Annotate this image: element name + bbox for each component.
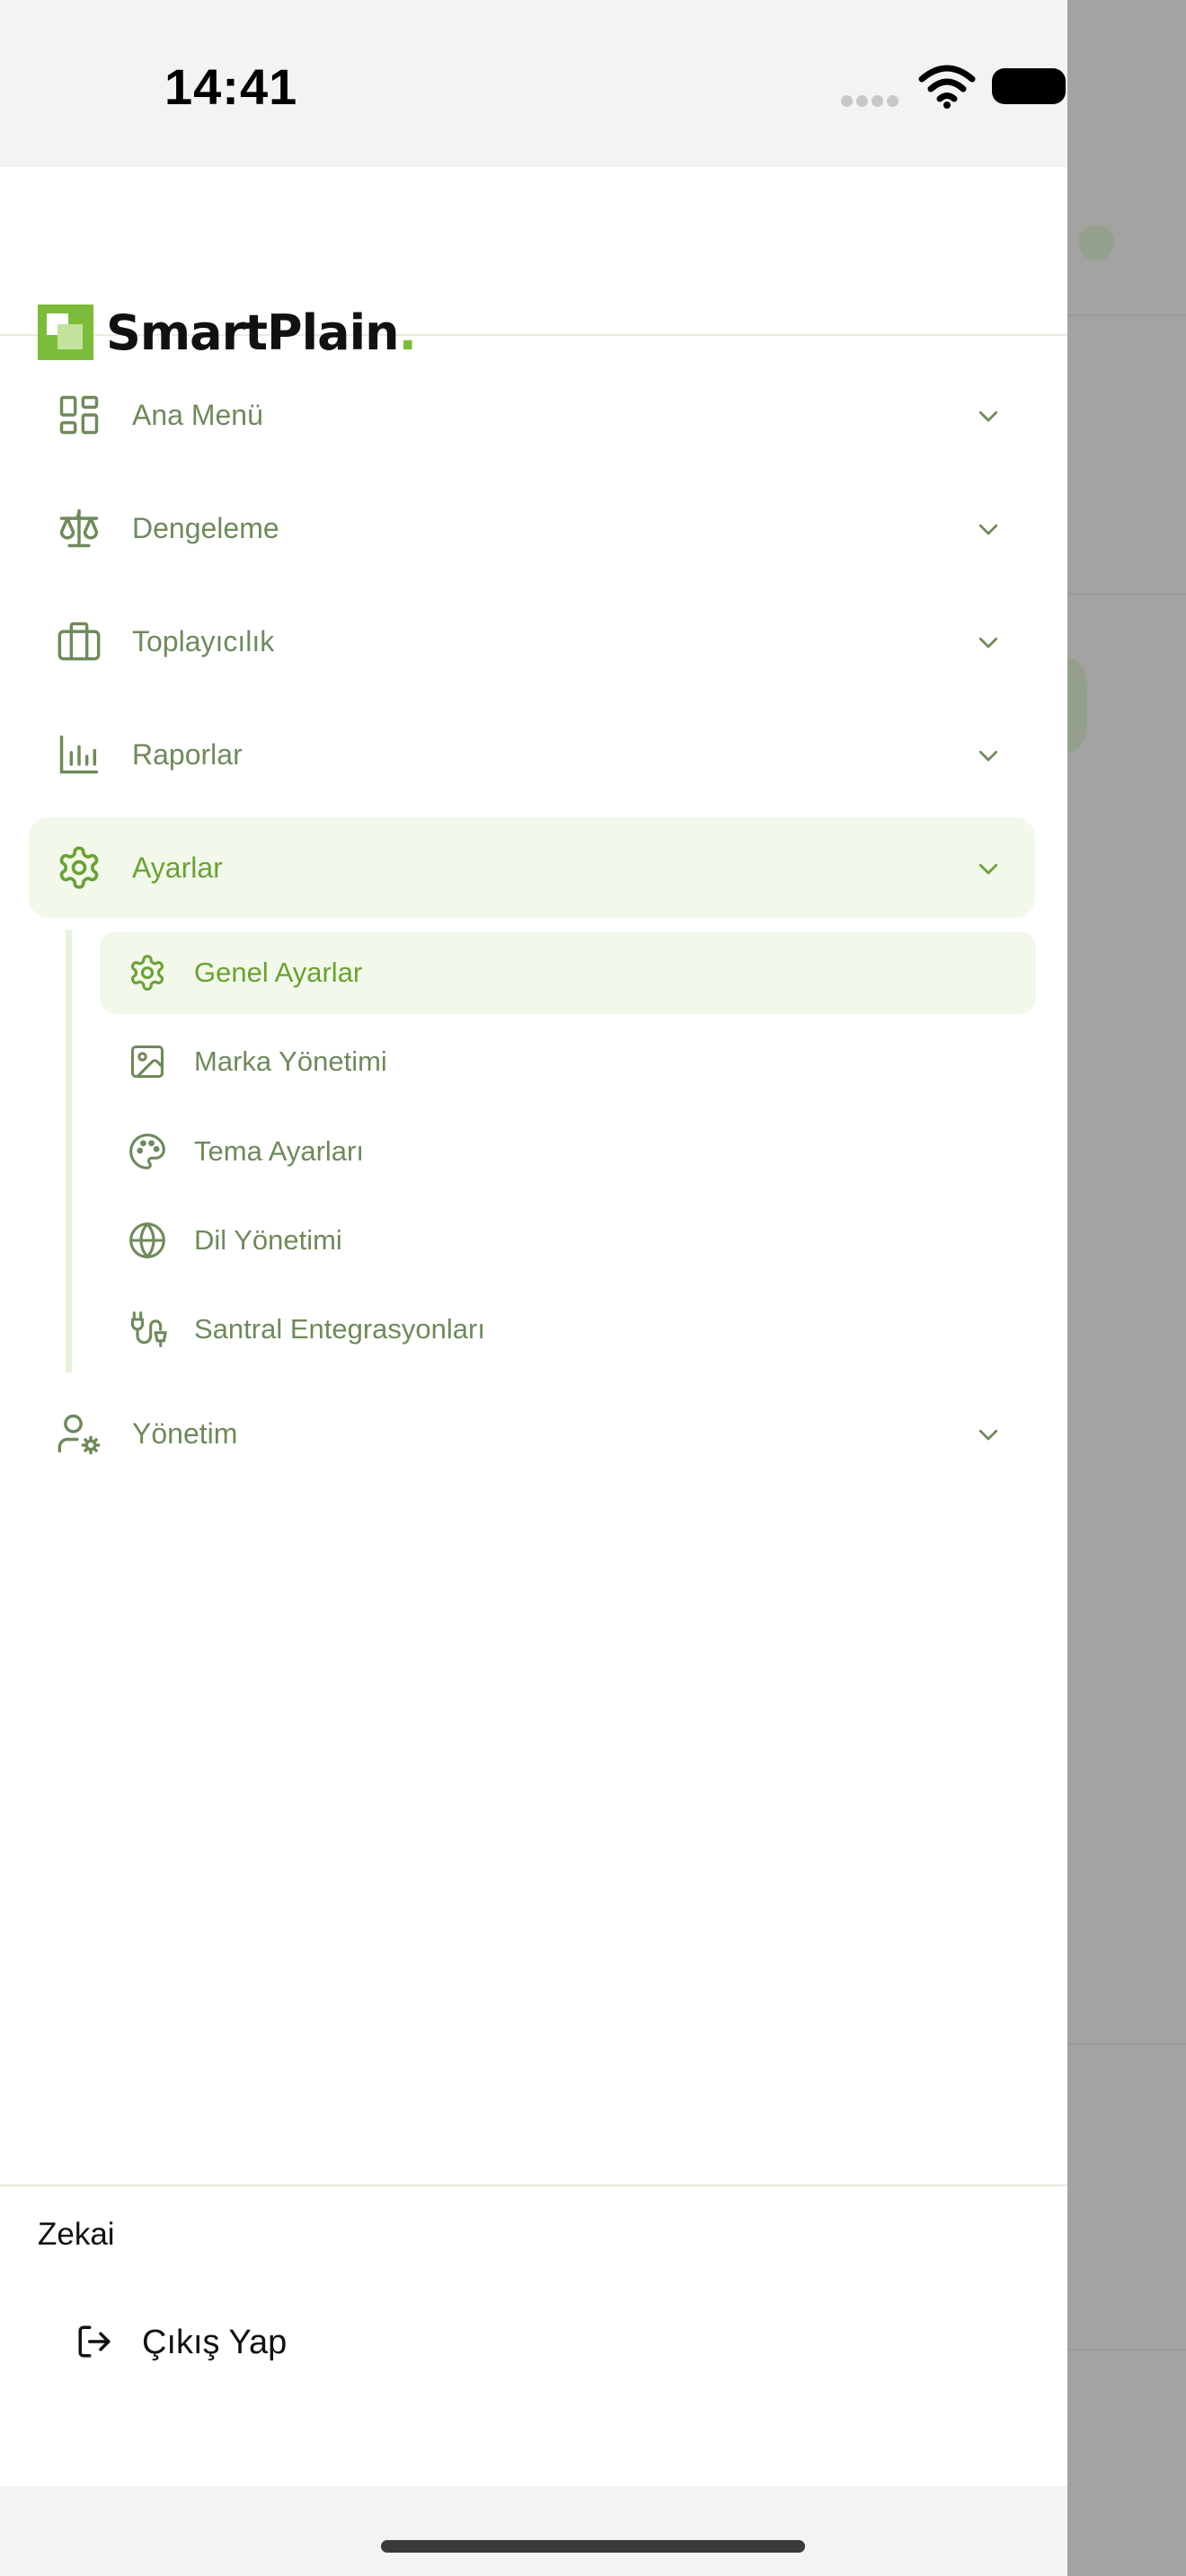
submenu-item-label: Dil Yönetimi <box>194 1224 342 1256</box>
navigation-drawer: 14:41 SmartPlain. Ana Menü Dengeleme Top… <box>0 0 1067 2576</box>
battery-icon <box>992 68 1066 104</box>
menu-item-ayarlar[interactable]: Ayarlar <box>29 817 1035 918</box>
logo-mark-icon <box>38 304 93 360</box>
submenu-item-label: Genel Ayarlar <box>194 957 363 988</box>
plug-icon <box>130 1311 167 1347</box>
dimmed-background-overlay[interactable] <box>1067 0 1186 2576</box>
background-divider <box>1067 314 1186 316</box>
menu-item-label: Dengeleme <box>132 512 279 544</box>
background-divider <box>1067 2349 1186 2351</box>
chevron-down-icon <box>978 524 998 535</box>
submenu-rail <box>66 930 72 1372</box>
brand-name: SmartPlain. <box>106 304 417 361</box>
menu-item-yonetim[interactable]: Yönetim <box>29 1383 1035 1484</box>
submenu-item-label: Tema Ayarları <box>194 1135 364 1167</box>
menu-item-label: Ana Menü <box>132 399 263 431</box>
gear-icon <box>130 955 164 991</box>
bar-chart-icon <box>59 735 99 774</box>
user-gear-icon <box>58 1414 101 1455</box>
palette-icon <box>129 1134 165 1169</box>
chevron-down-icon <box>978 863 998 875</box>
menu-item-toplayicilik[interactable]: Toplayıcılık <box>29 591 1035 692</box>
chevron-down-icon <box>978 637 998 648</box>
bottom-safe-area <box>0 2486 1067 2576</box>
menu-item-raporlar[interactable]: Raporlar <box>29 704 1035 805</box>
footer-divider <box>0 2184 1067 2186</box>
globe-icon <box>129 1222 165 1259</box>
submenu-item-santral-entegrasyonlari[interactable]: Santral Entegrasyonları <box>100 1288 1036 1371</box>
gear-icon <box>59 846 99 889</box>
user-name: Zekai <box>38 2217 115 2252</box>
background-divider <box>1067 2043 1186 2045</box>
status-time: 14:41 <box>164 58 298 115</box>
logout-button[interactable]: Çıkış Yap <box>70 2308 429 2377</box>
chevron-down-icon <box>978 1429 998 1441</box>
background-icon <box>1078 225 1114 260</box>
submenu-item-label: Marka Yönetimi <box>194 1045 387 1077</box>
brand-logo: SmartPlain. <box>38 304 417 361</box>
status-bar: 14:41 <box>0 0 1067 167</box>
menu-item-dengeleme[interactable]: Dengeleme <box>29 478 1035 578</box>
submenu-item-dil-yonetimi[interactable]: Dil Yönetimi <box>100 1199 1036 1282</box>
chevron-down-icon <box>978 750 998 762</box>
home-indicator[interactable] <box>381 2540 805 2553</box>
submenu-item-marka-yonetimi[interactable]: Marka Yönetimi <box>100 1020 1036 1103</box>
chevron-down-icon <box>978 410 998 422</box>
submenu-item-tema-ayarlari[interactable]: Tema Ayarları <box>100 1110 1036 1193</box>
menu-item-label: Yönetim <box>132 1417 238 1450</box>
logout-label: Çıkış Yap <box>142 2324 288 2361</box>
scale-icon <box>59 508 99 548</box>
briefcase-icon <box>58 622 101 661</box>
wifi-icon <box>918 65 976 109</box>
background-divider <box>1067 593 1186 595</box>
menu-item-label: Raporlar <box>132 738 243 771</box>
submenu-item-genel-ayarlar[interactable]: Genel Ayarlar <box>100 931 1036 1014</box>
menu-item-ana-menu[interactable]: Ana Menü <box>29 365 1035 465</box>
menu-item-label: Ayarlar <box>132 851 223 884</box>
logout-icon <box>78 2325 111 2358</box>
dashboard-grid-icon <box>59 395 99 435</box>
submenu-item-label: Santral Entegrasyonları <box>194 1313 485 1345</box>
menu-item-label: Toplayıcılık <box>132 625 275 657</box>
cellular-signal-icon <box>841 95 902 111</box>
image-icon <box>130 1045 164 1079</box>
